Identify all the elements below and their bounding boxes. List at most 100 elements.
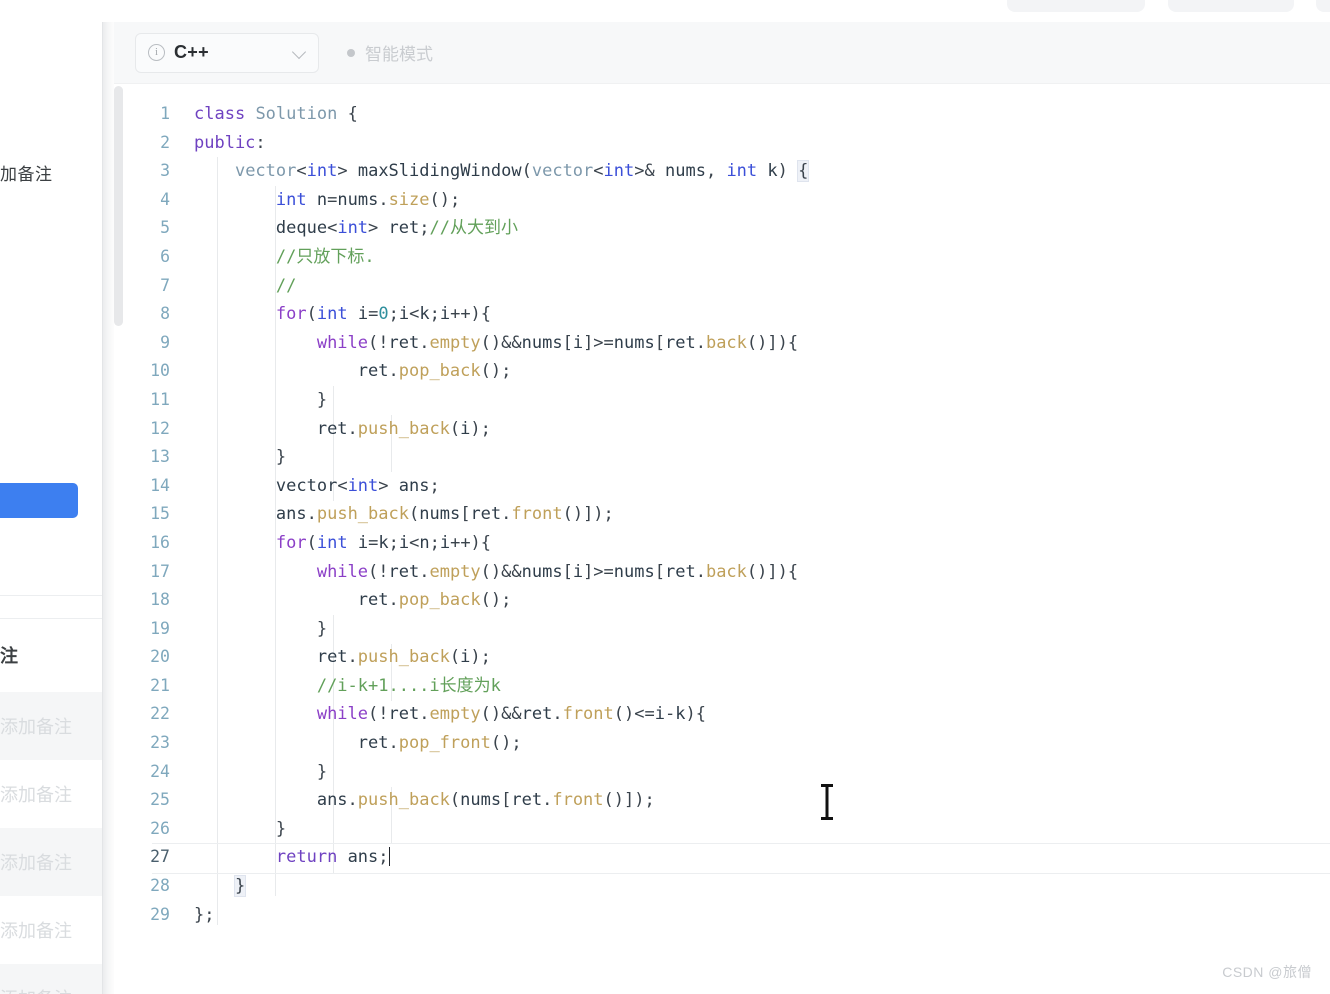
- line-content: ans.push_back(nums[ret.front()]);: [316, 790, 655, 811]
- top-toolbar-strip: [0, 0, 1330, 22]
- note-item-label: 添加备注: [0, 921, 72, 941]
- code-line[interactable]: 22 while(!ret.empty()&&ret.front()<=i-k)…: [136, 700, 1330, 729]
- line-content: vector<int> maxSlidingWindow(vector<int>…: [234, 160, 810, 183]
- line-number: 14: [150, 475, 170, 495]
- line-content: }: [316, 618, 328, 639]
- code-editor-window: 加备注 注 添加备注 添加备注 添加备注 添加备注 添加备注 i C++ 智能模…: [0, 0, 1330, 994]
- panel-splitter[interactable]: [102, 22, 114, 994]
- list-item[interactable]: 添加备注: [0, 828, 102, 896]
- code-line[interactable]: 28 }: [136, 872, 1330, 901]
- line-content: //只放下标.: [275, 246, 375, 267]
- code-lines[interactable]: 1 class Solution { 2 public: 3 vector<int>…: [136, 100, 1330, 929]
- editor-toolbar: i C++ 智能模式: [114, 22, 1330, 84]
- code-line[interactable]: 14 vector<int> ans;: [136, 472, 1330, 501]
- line-number: 5: [160, 218, 170, 238]
- line-number: 22: [150, 704, 170, 724]
- list-item[interactable]: 添加备注: [0, 760, 102, 828]
- line-content: ret.push_back(i);: [316, 647, 491, 668]
- line-number: 8: [160, 304, 170, 324]
- line-number: 4: [160, 189, 170, 209]
- list-item[interactable]: 添加备注: [0, 692, 102, 760]
- top-ghost-button-3[interactable]: [1316, 0, 1330, 12]
- code-line[interactable]: 9 while(!ret.empty()&&nums[i]>=nums[ret.…: [136, 329, 1330, 358]
- top-ghost-button-1[interactable]: [1007, 0, 1145, 12]
- code-line[interactable]: 3 vector<int> maxSlidingWindow(vector<in…: [136, 157, 1330, 186]
- smart-mode-indicator[interactable]: 智能模式: [347, 40, 433, 65]
- code-line-active[interactable]: 27 return ans;: [136, 843, 1330, 874]
- watermark: CSDN @旅僧: [1222, 964, 1312, 980]
- line-number: 26: [150, 818, 170, 838]
- code-line[interactable]: 8 for(int i=0;i<k;i++){: [136, 300, 1330, 329]
- code-line[interactable]: 2 public:: [136, 129, 1330, 158]
- line-content: while(!ret.empty()&&ret.front()<=i-k){: [316, 704, 706, 725]
- code-line[interactable]: 25 ans.push_back(nums[ret.front()]);: [136, 786, 1330, 815]
- line-number: 1: [160, 104, 170, 123]
- line-content: };: [194, 904, 215, 925]
- line-content: deque<int> ret;//从大到小: [275, 218, 518, 239]
- line-content: int n=nums.size();: [275, 189, 461, 210]
- line-content: ret.pop_front();: [357, 733, 522, 754]
- line-number: 13: [150, 447, 170, 467]
- chevron-down-icon: [293, 46, 306, 59]
- line-content: }: [316, 761, 328, 782]
- code-line[interactable]: 1 class Solution {: [136, 100, 1330, 129]
- code-line[interactable]: 6 //只放下标.: [136, 243, 1330, 272]
- smart-mode-label: 智能模式: [365, 45, 433, 64]
- line-content: //: [275, 275, 297, 296]
- line-number: 24: [150, 761, 170, 781]
- list-item[interactable]: 添加备注: [0, 896, 102, 964]
- code-line[interactable]: 13 }: [136, 443, 1330, 472]
- code-line[interactable]: 20 ret.push_back(i);: [136, 643, 1330, 672]
- language-label: C++: [174, 42, 209, 62]
- line-number: 20: [150, 647, 170, 667]
- mouse-cursor-ibeam: [821, 784, 833, 820]
- line-number: 19: [150, 618, 170, 638]
- notes-heading: 加备注: [0, 165, 53, 184]
- line-content: while(!ret.empty()&&nums[i]>=nums[ret.ba…: [316, 561, 799, 582]
- line-number: 7: [160, 275, 170, 295]
- primary-action-button[interactable]: [0, 483, 78, 518]
- code-line[interactable]: 15 ans.push_back(nums[ret.front()]);: [136, 500, 1330, 529]
- note-item-label: 添加备注: [0, 717, 72, 737]
- code-line[interactable]: 7 //: [136, 272, 1330, 301]
- line-number: 18: [150, 590, 170, 610]
- line-number: 29: [150, 904, 170, 924]
- line-content: }: [316, 389, 328, 410]
- language-select[interactable]: i C++: [135, 32, 319, 73]
- code-line[interactable]: 16 for(int i=k;i<n;i++){: [136, 529, 1330, 558]
- line-content: return ans;: [275, 847, 391, 868]
- code-line[interactable]: 12 ret.push_back(i);: [136, 415, 1330, 444]
- list-item[interactable]: 添加备注: [0, 964, 102, 994]
- line-content: ret.push_back(i);: [316, 418, 491, 439]
- info-icon: i: [148, 44, 165, 61]
- line-number: 15: [150, 504, 170, 524]
- line-number: 11: [150, 389, 170, 409]
- code-line[interactable]: 17 while(!ret.empty()&&nums[i]>=nums[ret…: [136, 558, 1330, 587]
- code-line[interactable]: 10 ret.pop_back();: [136, 357, 1330, 386]
- line-content: for(int i=k;i<n;i++){: [275, 532, 492, 553]
- sidebar-divider-2: [0, 618, 102, 619]
- line-content: for(int i=0;i<k;i++){: [275, 304, 492, 325]
- notes-sidebar: 加备注 注 添加备注 添加备注 添加备注 添加备注 添加备注: [0, 22, 102, 994]
- code-line[interactable]: 21 //i-k+1....i长度为k: [136, 672, 1330, 701]
- line-content: ret.pop_back();: [357, 590, 512, 611]
- editor-scrollbar[interactable]: [114, 86, 123, 326]
- code-line[interactable]: 26 }: [136, 815, 1330, 844]
- panel-splitter-edge: [102, 22, 103, 994]
- code-line[interactable]: 5 deque<int> ret;//从大到小: [136, 214, 1330, 243]
- code-line[interactable]: 4 int n=nums.size();: [136, 186, 1330, 215]
- top-ghost-button-2[interactable]: [1168, 0, 1294, 12]
- code-line[interactable]: 29};: [136, 901, 1330, 930]
- line-content: }: [275, 447, 287, 468]
- code-editor-area[interactable]: 1 class Solution { 2 public: 3 vector<int>…: [114, 84, 1330, 994]
- line-content: }: [275, 818, 287, 839]
- code-line[interactable]: 11 }: [136, 386, 1330, 415]
- line-number: 17: [150, 561, 170, 581]
- code-line[interactable]: 19 }: [136, 615, 1330, 644]
- line-number: 10: [150, 361, 170, 381]
- code-line[interactable]: 23 ret.pop_front();: [136, 729, 1330, 758]
- notes-sub-heading: 注: [0, 646, 18, 666]
- editor-pane: i C++ 智能模式 1 class Solution {2 public: …: [114, 22, 1330, 994]
- code-line[interactable]: 24 }: [136, 758, 1330, 787]
- code-line[interactable]: 18 ret.pop_back();: [136, 586, 1330, 615]
